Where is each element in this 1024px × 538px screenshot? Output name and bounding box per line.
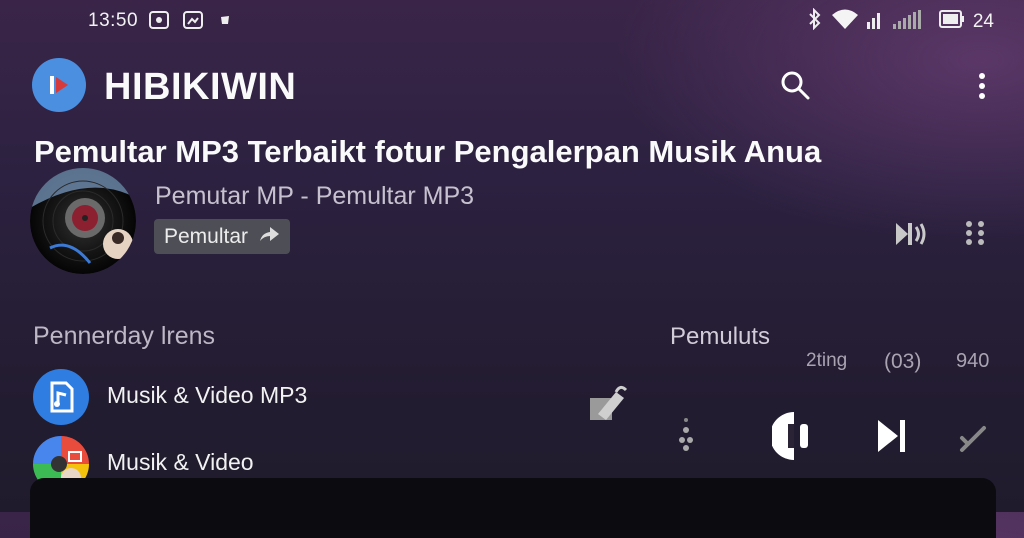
app-title: HIBIKIWIN — [104, 66, 297, 108]
signal-icon — [866, 8, 931, 35]
share-arrow-icon — [258, 225, 280, 249]
album-art[interactable] — [30, 168, 136, 274]
section-heading-left: Pennerday lrens — [33, 322, 216, 350]
search-icon[interactable] — [780, 70, 810, 105]
small-label: 2ting — [806, 350, 848, 371]
chip-label: Pemultar — [164, 224, 249, 248]
menu-dots-icon[interactable] — [676, 416, 696, 457]
drag-handle-icon[interactable] — [965, 220, 985, 251]
status-right: 24 — [807, 7, 994, 35]
list-item-label[interactable]: Musik & Video — [107, 449, 254, 476]
page-headline: Pemultar MP3 Terbaikt fotur Pengalerpan … — [34, 134, 822, 169]
screenshot-icon — [182, 10, 204, 30]
section-heading-right: Pemuluts — [670, 323, 771, 350]
battery-icon — [938, 10, 965, 33]
wifi-icon — [831, 8, 859, 35]
more-vert-icon[interactable] — [977, 72, 987, 105]
shuffle-icon[interactable] — [958, 424, 988, 459]
skip-next-icon[interactable] — [876, 416, 908, 461]
bottom-sheet[interactable] — [30, 478, 996, 538]
small-label: (03) — [884, 350, 922, 373]
battery-level: 24 — [972, 10, 994, 32]
volume-icon[interactable] — [894, 219, 928, 254]
gallery-icon — [148, 10, 170, 30]
list-item-label[interactable]: Musik & Video MP3 — [107, 382, 307, 409]
bluetooth-icon — [807, 7, 823, 35]
play-pause-icon[interactable] — [770, 410, 822, 467]
notification-icon — [214, 10, 236, 30]
status-time: 13:50 — [88, 10, 139, 31]
edit-icon[interactable] — [588, 384, 628, 429]
small-label: 940 — [956, 350, 990, 372]
music-file-icon[interactable] — [33, 369, 89, 425]
app-logo-icon[interactable] — [32, 58, 86, 112]
player-chip[interactable]: Pemultar — [154, 219, 291, 254]
track-subtitle: Pemutar MP - Pemultar MP3 — [155, 182, 475, 210]
